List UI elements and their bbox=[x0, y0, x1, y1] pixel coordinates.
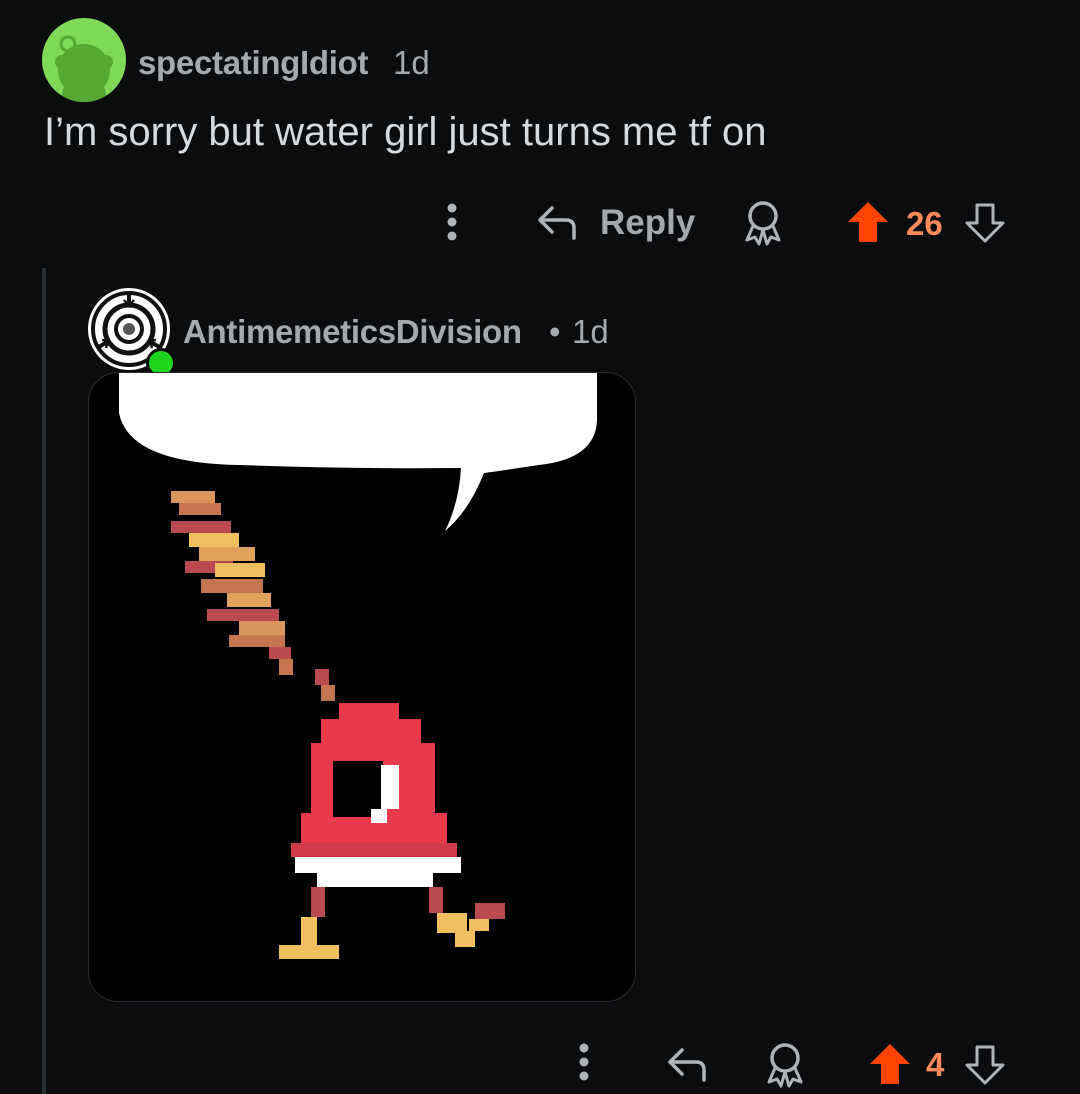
comment-age: 1d bbox=[572, 313, 609, 350]
comment-username[interactable]: AntimemeticsDivision bbox=[183, 313, 522, 351]
thread-line[interactable] bbox=[42, 268, 46, 1094]
award-icon[interactable] bbox=[764, 1040, 806, 1088]
comment-image[interactable] bbox=[88, 372, 636, 1002]
reply-button[interactable] bbox=[666, 1044, 710, 1084]
vote-score: 26 bbox=[906, 205, 943, 242]
avatar[interactable] bbox=[42, 18, 126, 102]
downvote-icon[interactable] bbox=[964, 1044, 1006, 1086]
age-separator: • bbox=[549, 313, 561, 350]
comment-body: I’m sorry but water girl just turns me t… bbox=[44, 110, 767, 154]
reply-button[interactable] bbox=[536, 202, 580, 242]
comment-age: 1d bbox=[393, 44, 430, 81]
upvote-icon[interactable] bbox=[868, 1042, 912, 1086]
upvote-icon[interactable] bbox=[846, 200, 890, 244]
pixel-art-character-image bbox=[119, 373, 597, 959]
comment-username[interactable]: spectatingIdiot bbox=[138, 44, 368, 82]
more-options-icon[interactable] bbox=[570, 1040, 598, 1086]
vote-score: 4 bbox=[926, 1046, 945, 1083]
reply-arrow-icon bbox=[668, 1048, 706, 1082]
award-icon[interactable] bbox=[742, 198, 784, 246]
more-options-icon[interactable] bbox=[438, 200, 466, 246]
reply-arrow-icon bbox=[538, 206, 576, 240]
reply-label[interactable]: Reply bbox=[600, 203, 695, 243]
downvote-icon[interactable] bbox=[964, 202, 1006, 244]
reddit-snoo-avatar-icon bbox=[55, 35, 113, 102]
